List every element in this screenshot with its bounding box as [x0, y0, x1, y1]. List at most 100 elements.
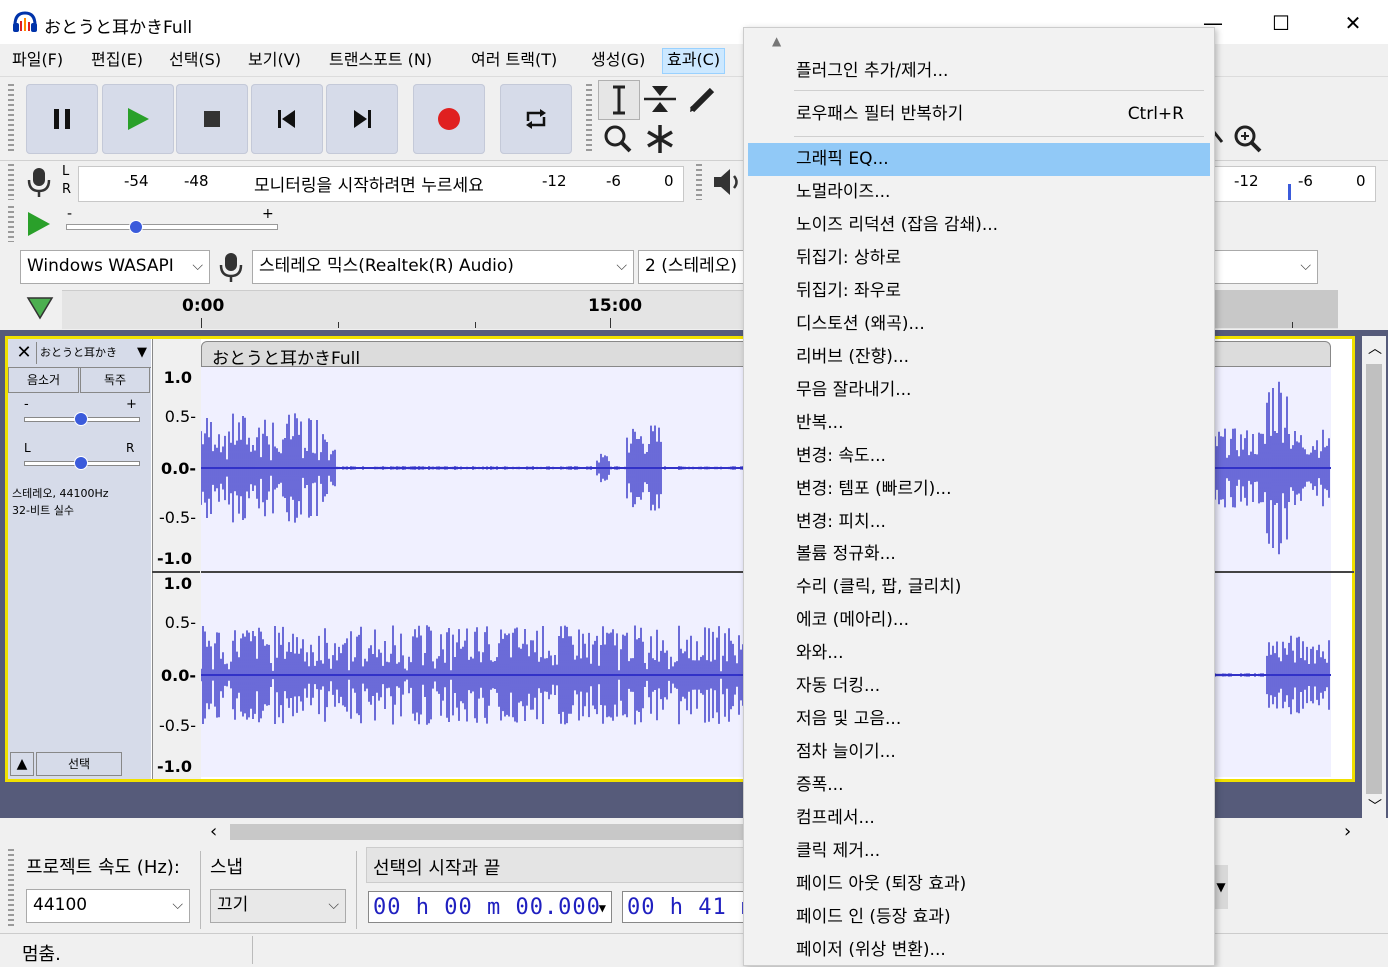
effects-menu-item[interactable]: 플러그인 추가/제거... — [748, 55, 1210, 88]
effects-menu-item[interactable]: 무음 잘라내기... — [748, 374, 1210, 407]
menu-select[interactable]: 선택(S) — [165, 48, 225, 72]
effects-menu-item[interactable]: 수리 (클릭, 팝, 글리치) — [748, 571, 1210, 604]
slider-thumb[interactable] — [129, 220, 143, 234]
zoom-toggle-button[interactable] — [1228, 120, 1268, 158]
record-meter-button[interactable] — [24, 164, 54, 200]
menu-scroll-up-icon[interactable]: ▲ — [772, 34, 781, 48]
effects-menu-item[interactable]: 페이저 (위상 변환)... — [748, 934, 1210, 967]
record-button[interactable] — [413, 84, 485, 154]
effects-menu-item[interactable]: 리버브 (잔향)... — [748, 341, 1210, 374]
effects-menu-item[interactable]: 변경: 속도... — [748, 440, 1210, 473]
close-track-icon[interactable]: ✕ — [12, 342, 36, 364]
project-rate-select[interactable]: 44100 ⌵ — [26, 889, 190, 923]
selection-tool-button[interactable] — [598, 80, 640, 120]
output-device-select[interactable]: ⌵ — [1214, 250, 1318, 284]
meter-grip[interactable] — [8, 164, 14, 200]
meter-tick: -6 — [606, 172, 621, 190]
effects-menu-item[interactable]: 변경: 피치... — [748, 506, 1210, 539]
menu-item-label: 디스토션 (왜곡)... — [796, 313, 925, 334]
pause-button[interactable] — [26, 84, 98, 154]
skip-end-button[interactable] — [326, 84, 398, 154]
effects-menu-item[interactable]: 점차 늘이기... — [748, 736, 1210, 769]
selection-end-time[interactable]: 00 h 41 m — [622, 891, 746, 923]
selection-mode-select[interactable]: 선택의 시작과 끝 — [366, 847, 748, 883]
zoom-tool-button[interactable] — [598, 120, 638, 158]
meter-tick: -12 — [542, 172, 567, 190]
menu-view[interactable]: 보기(V) — [244, 48, 305, 72]
playmeter-grip[interactable] — [696, 164, 702, 200]
effects-menu-item[interactable]: 컴프레서... — [748, 802, 1210, 835]
monitor-hint[interactable]: 모니터링을 시작하려면 누르세요 — [252, 171, 486, 196]
gain-slider-thumb[interactable] — [74, 412, 88, 426]
scroll-up-icon[interactable]: ︿ — [1368, 338, 1382, 358]
effects-menu-item[interactable]: 디스토션 (왜곡)... — [748, 308, 1210, 341]
effects-menu-item[interactable]: 저음 및 고음... — [748, 703, 1210, 736]
scroll-thumb[interactable] — [1366, 364, 1382, 794]
scale-label: -0.5- — [159, 508, 196, 527]
menu-tracks[interactable]: 여러 트랙(T) — [467, 48, 561, 72]
selection-start-time[interactable]: 00 h 00 m 00.000 s▼ — [368, 891, 612, 952]
playback-meter-button[interactable] — [710, 164, 744, 200]
tools-grip[interactable] — [586, 84, 592, 154]
effects-menu-item[interactable]: 볼륨 정규화... — [748, 538, 1210, 571]
play-button[interactable] — [102, 84, 174, 154]
effects-menu-item[interactable]: 그래픽 EQ... — [748, 143, 1210, 176]
menu-item-label: 뒤집기: 좌우로 — [796, 280, 901, 301]
effects-menu-item[interactable]: 와와... — [748, 637, 1210, 670]
menu-generate[interactable]: 생성(G) — [587, 48, 649, 72]
effects-menu-item[interactable]: 페이드 인 (등장 효과) — [748, 901, 1210, 934]
play-speed-slider[interactable]: - + — [62, 204, 282, 244]
host-select[interactable]: Windows WASAPI ⌵ — [20, 250, 210, 284]
clip-title: おとうと耳かきFull — [212, 349, 361, 369]
track-control-panel[interactable]: ✕ おとうと耳かき ▼ 음소거 독주 - + L R 스테레오, 44100Hz … — [8, 339, 151, 779]
effects-menu-item[interactable]: 에코 (메아리)... — [748, 604, 1210, 637]
effects-menu-item[interactable]: 반복... — [748, 407, 1210, 440]
pan-slider-thumb[interactable] — [74, 456, 88, 470]
playback-level-marker — [1288, 184, 1291, 200]
effects-menu-item[interactable]: 증폭... — [748, 769, 1210, 802]
menu-file[interactable]: 파일(F) — [8, 48, 67, 72]
effects-menu-item[interactable]: 자동 더킹... — [748, 670, 1210, 703]
menu-edit[interactable]: 편집(E) — [87, 48, 147, 72]
maximize-button[interactable]: ☐ — [1258, 8, 1304, 38]
envelope-tool-button[interactable] — [640, 80, 680, 118]
effects-menu-item[interactable]: 뒤집기: 좌우로 — [748, 275, 1210, 308]
toolbar-grip[interactable] — [8, 84, 14, 154]
draw-tool-button[interactable] — [682, 80, 722, 118]
collapse-track-icon[interactable]: ▲ — [10, 752, 34, 776]
menu-item-label: 변경: 피치... — [796, 511, 886, 532]
menu-item-label: 변경: 속도... — [796, 445, 886, 466]
effects-menu-item[interactable]: 뒤집기: 상하로 — [748, 242, 1210, 275]
speaker-icon — [714, 169, 738, 195]
mute-button[interactable]: 음소거 — [8, 367, 79, 393]
effects-menu-item[interactable]: 클릭 제거... — [748, 835, 1210, 868]
scroll-right-icon[interactable]: › — [1344, 821, 1351, 842]
effects-menu-item[interactable]: 로우패스 필터 반복하기 Ctrl+R — [748, 98, 1210, 131]
scroll-left-icon[interactable]: ‹ — [210, 821, 217, 842]
pin-head-icon — [26, 297, 54, 320]
play-at-speed-button[interactable] — [24, 208, 54, 240]
snap-select[interactable]: 끄기 ⌵ — [210, 889, 346, 923]
timeline-play-head-button[interactable] — [20, 290, 60, 326]
select-track-button[interactable]: 선택 — [36, 752, 122, 776]
solo-button[interactable]: 독주 — [80, 367, 150, 393]
input-device-select[interactable]: 스테레오 믹스(Realtek(R) Audio) ⌵ — [252, 250, 634, 284]
time-format-dropdown-icon[interactable]: ▼ — [1214, 865, 1228, 909]
stop-button[interactable] — [176, 84, 248, 154]
vertical-scrollbar[interactable]: ︿ ﹀ — [1362, 336, 1386, 818]
track-name-button[interactable]: おとうと耳かき ▼ — [36, 342, 150, 364]
playspeed-grip[interactable] — [8, 206, 14, 242]
effects-menu-item[interactable]: 페이드 아웃 (퇴장 효과) — [748, 868, 1210, 901]
skip-start-button[interactable] — [251, 84, 323, 154]
hscroll-thumb[interactable] — [230, 824, 770, 840]
channels-select[interactable]: 2 (스테레오) — [638, 250, 758, 284]
menu-transport[interactable]: 트랜스포트 (N) — [325, 48, 436, 72]
menu-effects[interactable]: 효과(C) — [662, 48, 726, 74]
effects-menu-item[interactable]: 노멀라이즈... — [748, 176, 1210, 209]
close-button[interactable]: ✕ — [1330, 8, 1376, 38]
multi-tool-button[interactable] — [640, 120, 680, 158]
effects-menu-item[interactable]: 노이즈 리덕션 (잡음 감쇄)... — [748, 209, 1210, 242]
scroll-down-icon[interactable]: ﹀ — [1368, 796, 1382, 816]
loop-button[interactable] — [500, 84, 572, 154]
effects-menu-item[interactable]: 변경: 템포 (빠르기)... — [748, 473, 1210, 506]
